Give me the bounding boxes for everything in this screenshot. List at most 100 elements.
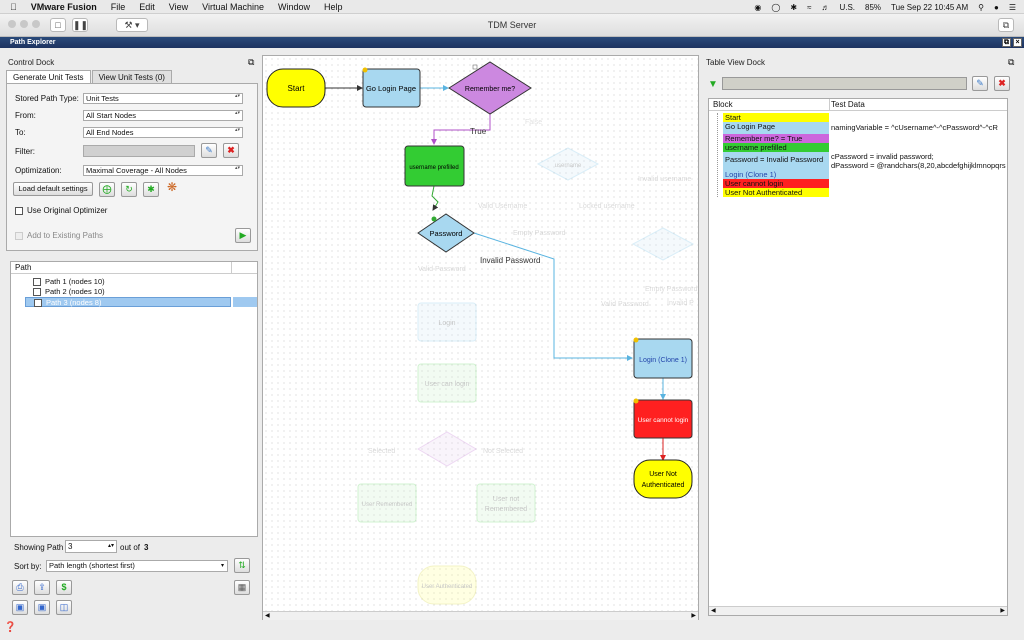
tree-line: [717, 113, 718, 197]
volume-icon[interactable]: ♬: [821, 3, 829, 12]
locale-label[interactable]: U.S.: [839, 3, 855, 12]
print-button[interactable]: ⎙: [12, 580, 28, 595]
table-filter-input[interactable]: [722, 77, 967, 90]
restore-icon[interactable]: ⧉: [1002, 38, 1011, 47]
user-not-remembered-node[interactable]: [476, 483, 536, 523]
globe-icon[interactable]: ◯: [771, 3, 780, 12]
menu-file[interactable]: File: [111, 2, 126, 12]
table-cell-test-data[interactable]: cPassword = invalid password;: [831, 152, 1011, 161]
col-block-header[interactable]: Block: [713, 99, 733, 111]
filter-input[interactable]: [83, 145, 195, 157]
load-default-settings-button[interactable]: Load default settings: [13, 182, 93, 196]
clock[interactable]: Tue Sep 22 10:45 AM: [891, 3, 968, 12]
bluetooth-icon[interactable]: ✱: [790, 3, 797, 12]
scroll-right-icon[interactable]: ▶: [1000, 607, 1005, 614]
table-row[interactable]: username prefilled: [723, 143, 829, 152]
tab-view-unit-tests[interactable]: View Unit Tests (0): [91, 70, 172, 84]
save-all-button[interactable]: ◫: [56, 600, 72, 615]
add-settings-button[interactable]: ⨁: [99, 182, 115, 197]
empty-password-2-label: Empty Password: [645, 286, 698, 293]
vm-toolbar: □ ❚❚ ⚒ ▾ TDM Server ⧉: [0, 14, 1024, 37]
print-icon: ⎙: [16, 582, 24, 592]
table-row[interactable]: Remember me? = True: [723, 134, 829, 143]
menu-view[interactable]: View: [169, 2, 188, 12]
add-to-existing-checkbox[interactable]: [15, 232, 23, 240]
save-as-button[interactable]: ▣: [34, 600, 50, 615]
path-list: Path Path 1 (nodes 10) Path 2 (nodes 10)…: [10, 261, 258, 537]
path-label: Path 3 (nodes 8): [46, 298, 102, 307]
from-select[interactable]: All Start Nodes: [83, 110, 243, 121]
sort-apply-button[interactable]: ⇅: [234, 558, 250, 573]
table-row[interactable]: User Not Authenticated: [723, 188, 829, 197]
grid-button[interactable]: ▦: [234, 580, 250, 595]
refresh-settings-button[interactable]: ↻: [121, 182, 137, 197]
filter-clear-button[interactable]: ✖: [223, 143, 239, 158]
path-row-2[interactable]: Path 2 (nodes 10): [25, 287, 225, 297]
table-row[interactable]: Start: [723, 113, 829, 122]
optimization-select[interactable]: Maximal Coverage - All Nodes: [83, 165, 243, 176]
table-row[interactable]: Password = Invalid Password: [723, 152, 829, 170]
filter-icon[interactable]: ▼: [708, 79, 718, 90]
close-icon[interactable]: ×: [1013, 38, 1022, 47]
login-label: Login: [438, 320, 455, 327]
control-dock: Control Dock ⧉ Generate Unit Tests View …: [4, 52, 260, 622]
table-row[interactable]: Login (Clone 1): [723, 170, 829, 179]
scroll-left-icon[interactable]: ◀: [265, 612, 270, 619]
table-filter-clear-button[interactable]: ✖: [994, 76, 1010, 91]
menu-virtual-machine[interactable]: Virtual Machine: [202, 2, 264, 12]
refresh-icon: ↻: [125, 184, 133, 194]
path-checkbox[interactable]: [33, 288, 41, 296]
filter-edit-button[interactable]: ✎: [201, 143, 217, 158]
path-checkbox[interactable]: [33, 278, 41, 286]
export-button[interactable]: ⇪: [34, 580, 50, 595]
status-icon[interactable]: ◉: [754, 3, 761, 12]
search-icon[interactable]: ⚲: [978, 3, 984, 12]
graph-horizontal-scrollbar[interactable]: ◀ ▶: [263, 611, 698, 620]
user-icon[interactable]: ●: [994, 3, 999, 12]
scroll-left-icon[interactable]: ◀: [711, 607, 716, 614]
table-cell-test-data[interactable]: dPassword = @randchars(8,20,abcdefghijkl…: [831, 161, 1011, 170]
user-not-authenticated-node[interactable]: [633, 459, 693, 499]
password-node-2[interactable]: [631, 227, 695, 261]
remember-node-2[interactable]: [417, 431, 477, 467]
table-cell-test-data[interactable]: namingVariable = ^cUsername^-^cPassword^…: [831, 123, 1011, 132]
showing-path-spinner[interactable]: 3 ▴▾: [65, 540, 117, 553]
list-icon[interactable]: ☰: [1009, 3, 1016, 12]
col-testdata-header[interactable]: Test Data: [831, 99, 865, 111]
path-row-3[interactable]: Path 3 (nodes 8): [25, 297, 231, 307]
path-checkbox[interactable]: [34, 299, 42, 307]
wifi-icon[interactable]: ≈: [807, 3, 811, 12]
apple-icon[interactable]: : [10, 2, 17, 12]
window-title: TDM Server: [487, 20, 537, 30]
table-row[interactable]: User cannot login: [723, 179, 829, 188]
undock-icon[interactable]: ⧉: [1008, 57, 1014, 68]
table-horizontal-scrollbar[interactable]: ◀ ▶: [709, 606, 1007, 615]
to-select[interactable]: All End Nodes: [83, 127, 243, 138]
tab-generate-unit-tests[interactable]: Generate Unit Tests: [6, 70, 91, 84]
battery-label[interactable]: 85%: [865, 3, 881, 12]
graph-canvas[interactable]: False username Valid Username Locked use…: [262, 55, 699, 620]
pin-settings-button[interactable]: ✱: [143, 182, 159, 197]
spinner-arrows-icon[interactable]: ▴▾: [108, 541, 114, 552]
path-row-1[interactable]: Path 1 (nodes 10): [25, 277, 225, 287]
undock-icon[interactable]: ⧉: [248, 57, 254, 68]
table-filter-edit-button[interactable]: ✎: [972, 76, 988, 91]
scroll-right-icon[interactable]: ▶: [691, 612, 696, 619]
menu-window[interactable]: Window: [278, 2, 310, 12]
save-button[interactable]: ▣: [12, 600, 28, 615]
path-graph[interactable]: False username Valid Username Locked use…: [263, 56, 700, 611]
help-cursor-icon[interactable]: ❓: [4, 622, 18, 636]
node-handle-icon: [472, 64, 478, 70]
menu-app[interactable]: VMware Fusion: [31, 2, 97, 12]
sort-by-select[interactable]: Path length (shortest first) ▾: [46, 560, 228, 572]
table-row[interactable]: Go Login Page: [723, 122, 829, 134]
table-view-dock-title: Table View Dock: [706, 58, 765, 67]
menu-help[interactable]: Help: [324, 2, 343, 12]
generate-paths-button[interactable]: ❋: [167, 180, 185, 198]
menu-edit[interactable]: Edit: [139, 2, 155, 12]
money-button[interactable]: $: [56, 580, 72, 595]
run-button[interactable]: ▶: [235, 228, 251, 243]
stored-path-type-select[interactable]: Unit Tests: [83, 93, 243, 104]
vm-fullscreen-button[interactable]: ⧉: [998, 18, 1014, 32]
use-original-optimizer-checkbox[interactable]: [15, 207, 23, 215]
